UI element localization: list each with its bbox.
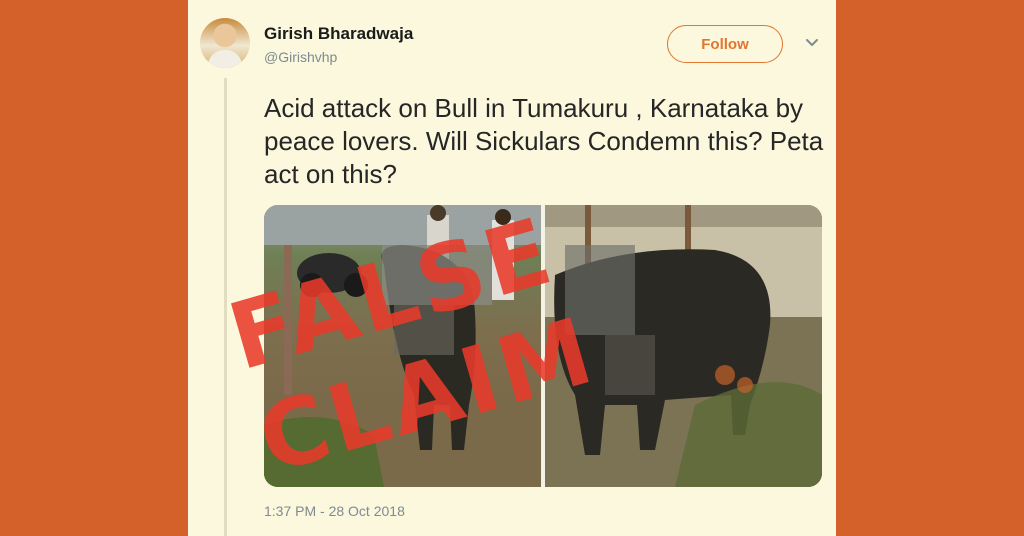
author-handle[interactable]: @Girishvhp	[264, 49, 337, 65]
follow-button[interactable]: Follow	[667, 25, 783, 63]
tweet-timestamp[interactable]: 1:37 PM - 28 Oct 2018	[264, 503, 405, 519]
thread-line	[224, 78, 227, 536]
author-name[interactable]: Girish Bharadwaja	[264, 24, 413, 44]
tweet-text: Acid attack on Bull in Tumakuru , Karnat…	[264, 93, 824, 189]
chevron-down-icon[interactable]	[804, 36, 820, 50]
bull-photo-right[interactable]	[545, 205, 822, 487]
tweet-media[interactable]	[264, 205, 822, 487]
avatar[interactable]	[200, 18, 250, 68]
bull-photo-left[interactable]	[264, 205, 541, 487]
